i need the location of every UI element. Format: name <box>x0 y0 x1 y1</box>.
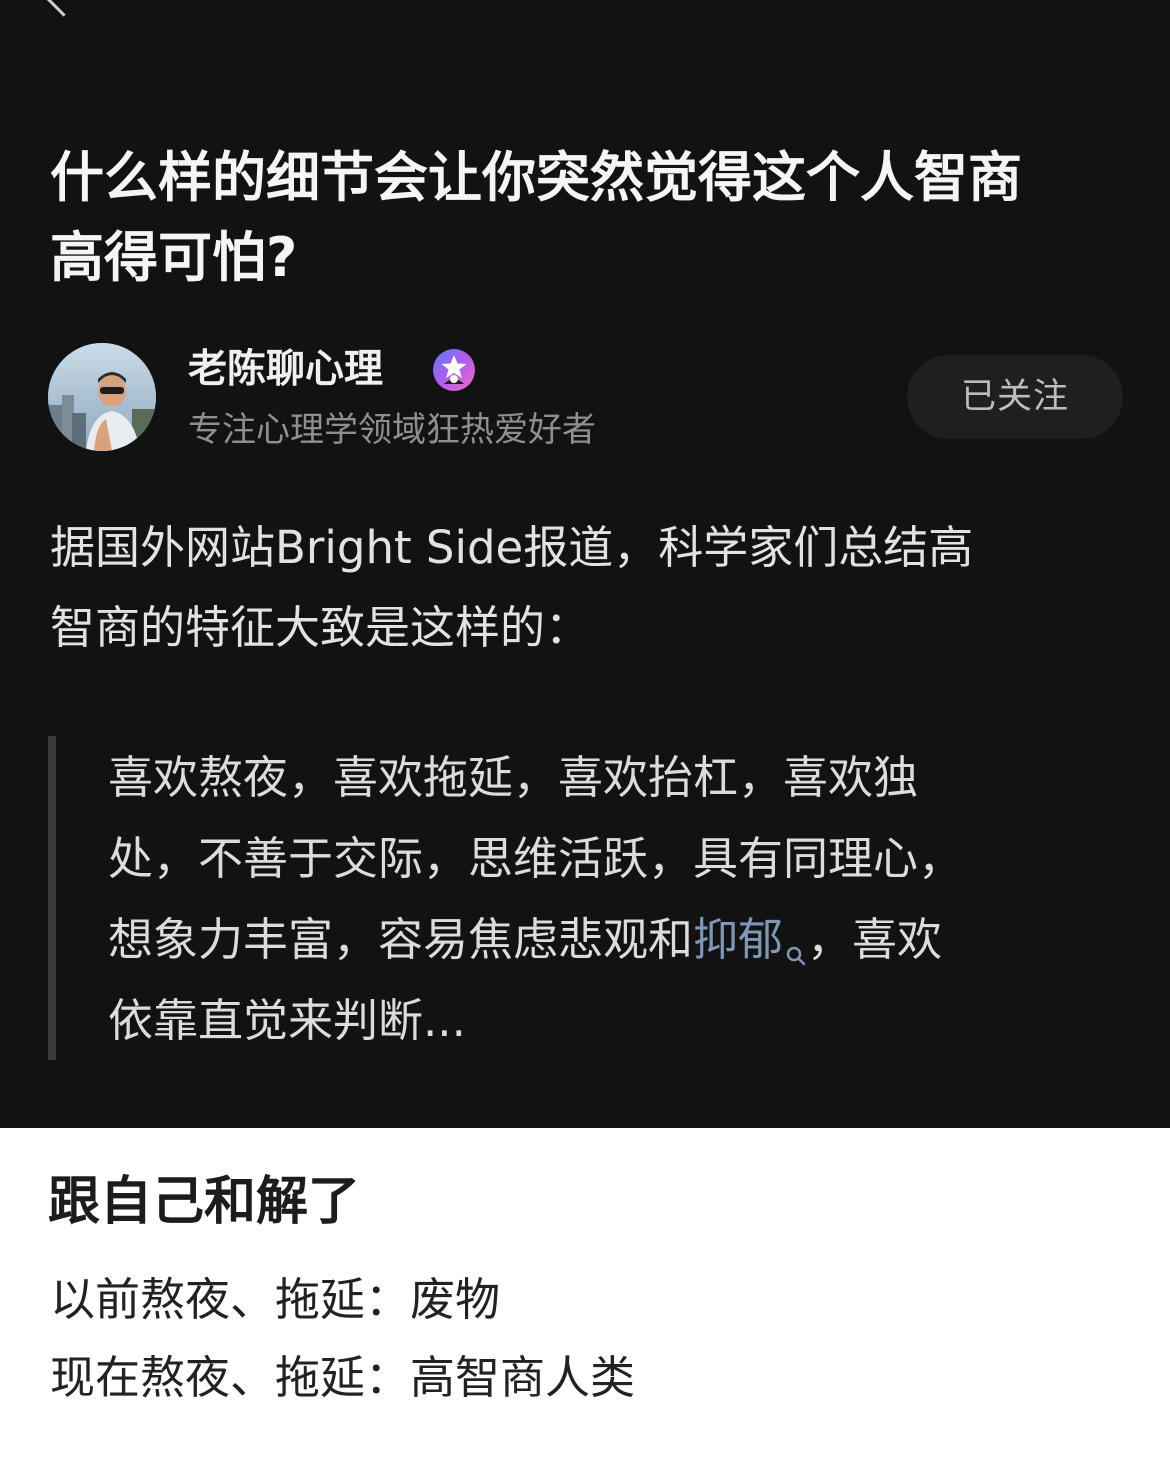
caption-title: 跟自己和解了 <box>48 1172 361 1232</box>
back-arrow-icon[interactable] <box>44 0 83 17</box>
quote-line: 喜欢熬夜，喜欢拖延，喜欢抬杠，喜欢独 <box>108 751 919 804</box>
quote-line: 想象力丰富，容易焦虑悲观和抑郁 ，喜欢 <box>108 899 1108 980</box>
question-title-line: 什么样的细节会让你突然觉得这个人智商 <box>50 146 1022 209</box>
quote-text: ，喜欢 <box>807 913 943 966</box>
avatar-photo-icon <box>48 343 156 451</box>
quote-text: 想象力丰富，容易焦虑悲观和 <box>108 913 694 966</box>
blockquote: 喜欢熬夜，喜欢拖延，喜欢抬杠，喜欢独 处，不善于交际，思维活跃，具有同理心， 想… <box>108 737 1108 1061</box>
keyword-link-text: 抑郁 <box>693 913 784 966</box>
answer-intro: 据国外网站Bright Side报道，科学家们总结高 智商的特征大致是这样的： <box>50 508 1125 668</box>
quote-line: 依靠直觉来判断... <box>108 994 466 1047</box>
author-name[interactable]: 老陈聊心理 <box>188 344 383 396</box>
verified-star-badge-icon <box>432 348 476 392</box>
quote-line: 处，不善于交际，思维活跃，具有同理心， <box>108 832 964 885</box>
follow-button[interactable]: 已关注 <box>907 355 1123 439</box>
question-title-line: 高得可怕? <box>50 226 298 289</box>
blockquote-bar <box>48 736 56 1060</box>
search-icon <box>785 911 807 966</box>
intro-line: 据国外网站Bright Side报道，科学家们总结高 <box>50 521 974 574</box>
author-description: 专注心理学领域狂热爱好者 <box>188 410 596 450</box>
author-avatar[interactable] <box>48 343 156 451</box>
caption-line: 现在熬夜、拖延：高智商人类 <box>50 1351 636 1404</box>
answer-card-dark: 什么样的细节会让你突然觉得这个人智商 高得可怕? 老陈聊心理 专注心理学领域狂热… <box>0 0 1170 1128</box>
caption-line: 以前熬夜、拖延：废物 <box>50 1273 501 1326</box>
keyword-link[interactable]: 抑郁 <box>693 913 807 966</box>
question-title[interactable]: 什么样的细节会让你突然觉得这个人智商 高得可怕? <box>50 138 1125 298</box>
intro-line: 智商的特征大致是这样的： <box>50 601 591 654</box>
